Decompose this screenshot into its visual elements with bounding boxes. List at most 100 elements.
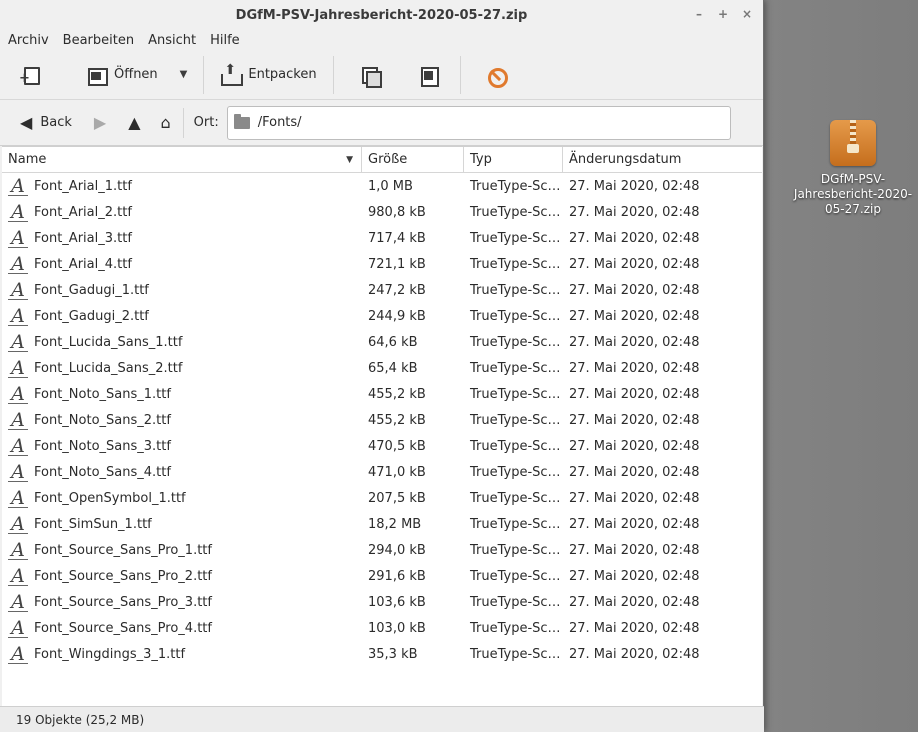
- extract-button-label: Entpacken: [248, 67, 317, 82]
- menu-archiv[interactable]: Archiv: [8, 33, 49, 48]
- status-text: 19 Objekte (25,2 MB): [16, 712, 145, 727]
- font-file-icon: A: [8, 541, 28, 560]
- table-row[interactable]: A Font_Gadugi_2.ttf 244,9 kB TrueType-Sc… 27…: [2, 303, 762, 329]
- file-date: 27. Mai 2020, 02:48: [569, 568, 700, 584]
- forward-button[interactable]: ▶: [86, 108, 114, 138]
- window-controls: – + ×: [693, 7, 753, 21]
- file-type: TrueType-Sc…: [470, 620, 561, 636]
- file-name: Font_Arial_3.ttf: [34, 230, 132, 246]
- file-name: Font_Noto_Sans_4.ttf: [34, 464, 171, 480]
- menu-ansicht[interactable]: Ansicht: [148, 33, 196, 48]
- maximize-icon[interactable]: +: [717, 7, 729, 21]
- file-size: 244,9 kB: [368, 308, 426, 324]
- table-row[interactable]: A Font_Lucida_Sans_2.ttf 65,4 kB TrueType-S…: [2, 355, 762, 381]
- file-name-cell: A Font_Noto_Sans_4.ttf: [2, 463, 362, 482]
- table-row[interactable]: A Font_Noto_Sans_3.ttf 470,5 kB TrueType-Sc…: [2, 433, 762, 459]
- extract-button[interactable]: Entpacken: [212, 57, 324, 93]
- table-row[interactable]: A Font_Noto_Sans_4.ttf 471,0 kB TrueType-Sc…: [2, 459, 762, 485]
- menu-hilfe[interactable]: Hilfe: [210, 33, 240, 48]
- add-files-icon: [360, 65, 382, 88]
- menubar: Archiv Bearbeiten Ansicht Hilfe: [0, 30, 763, 50]
- font-file-icon: A: [8, 333, 28, 352]
- font-file-icon: A: [8, 281, 28, 300]
- file-date: 27. Mai 2020, 02:48: [569, 178, 700, 194]
- menu-bearbeiten[interactable]: Bearbeiten: [63, 33, 134, 48]
- file-date: 27. Mai 2020, 02:48: [569, 308, 700, 324]
- status-bar: 19 Objekte (25,2 MB): [0, 706, 764, 732]
- table-row[interactable]: A Font_OpenSymbol_1.ttf 207,5 kB TrueType-S…: [2, 485, 762, 511]
- table-row[interactable]: A Font_Lucida_Sans_1.ttf 64,6 kB TrueType-S…: [2, 329, 762, 355]
- file-date: 27. Mai 2020, 02:48: [569, 360, 700, 376]
- font-file-icon: A: [8, 489, 28, 508]
- file-name: Font_OpenSymbol_1.ttf: [34, 490, 186, 506]
- file-name-cell: A Font_Gadugi_1.ttf: [2, 281, 362, 300]
- file-name-cell: A Font_Noto_Sans_2.ttf: [2, 411, 362, 430]
- file-date: 27. Mai 2020, 02:48: [569, 620, 700, 636]
- file-size: 291,6 kB: [368, 568, 426, 584]
- font-file-icon: A: [8, 385, 28, 404]
- open-button[interactable]: Öffnen ▼: [78, 57, 195, 93]
- column-header-size-label: Größe: [368, 152, 408, 167]
- file-list[interactable]: Name ▼ Größe Typ Änderungsdatum A Font_Ar…: [2, 146, 762, 706]
- minimize-icon[interactable]: –: [693, 7, 705, 21]
- window-titlebar[interactable]: DGfM-PSV-Jahresbericht-2020-05-27.zip – …: [0, 0, 763, 30]
- home-button[interactable]: ⌂: [153, 108, 179, 138]
- column-header-name[interactable]: Name ▼: [2, 147, 362, 172]
- file-size: 103,6 kB: [368, 594, 426, 610]
- location-path: /Fonts/: [257, 115, 302, 130]
- file-list-header: Name ▼ Größe Typ Änderungsdatum: [2, 147, 762, 173]
- table-row[interactable]: A Font_Source_Sans_Pro_3.ttf 103,6 kB TrueT…: [2, 589, 762, 615]
- extract-icon: [220, 62, 244, 86]
- table-row[interactable]: A Font_Source_Sans_Pro_1.ttf 294,0 kB TrueT…: [2, 537, 762, 563]
- add-folder-button[interactable]: [410, 57, 446, 93]
- toolbar-separator: [203, 55, 205, 94]
- desktop-zip-file[interactable]: DGfM-PSV-Jahresbericht-2020-05-27.zip: [788, 120, 918, 217]
- table-row[interactable]: A Font_Arial_3.ttf 717,4 kB TrueType-Sc… 27.…: [2, 225, 762, 251]
- font-file-icon: A: [8, 437, 28, 456]
- font-file-icon: A: [8, 515, 28, 534]
- file-name-cell: A Font_Source_Sans_Pro_4.ttf: [2, 619, 362, 638]
- table-row[interactable]: A Font_Arial_2.ttf 980,8 kB TrueType-Sc… 27.…: [2, 199, 762, 225]
- archive-manager-window: DGfM-PSV-Jahresbericht-2020-05-27.zip – …: [0, 0, 764, 732]
- table-row[interactable]: A Font_Noto_Sans_2.ttf 455,2 kB TrueType-Sc…: [2, 407, 762, 433]
- file-size: 207,5 kB: [368, 490, 426, 506]
- chevron-down-icon[interactable]: ▼: [180, 69, 188, 80]
- file-type: TrueType-Sc…: [470, 230, 561, 246]
- file-type: TrueType-Sc…: [470, 360, 561, 376]
- file-type: TrueType-Sc…: [470, 542, 561, 558]
- column-header-type[interactable]: Typ: [464, 147, 563, 172]
- file-date: 27. Mai 2020, 02:48: [569, 464, 700, 480]
- file-date: 27. Mai 2020, 02:48: [569, 646, 700, 662]
- table-row[interactable]: A Font_Arial_1.ttf 1,0 MB TrueType-Sc… 27. M…: [2, 173, 762, 199]
- table-row[interactable]: A Font_Noto_Sans_1.ttf 455,2 kB TrueType-Sc…: [2, 381, 762, 407]
- arrow-right-icon: ▶: [93, 113, 107, 132]
- file-type: TrueType-Sc…: [470, 412, 561, 428]
- file-name-cell: A Font_Lucida_Sans_2.ttf: [2, 359, 362, 378]
- file-date: 27. Mai 2020, 02:48: [569, 542, 700, 558]
- location-input[interactable]: /Fonts/: [226, 105, 731, 140]
- toolbar-separator: [459, 55, 461, 94]
- file-name-cell: A Font_Arial_3.ttf: [2, 229, 362, 248]
- up-button[interactable]: ▲: [120, 108, 148, 138]
- table-row[interactable]: A Font_Gadugi_1.ttf 247,2 kB TrueType-Sc… 27…: [2, 277, 762, 303]
- new-archive-button[interactable]: [12, 57, 48, 93]
- table-row[interactable]: A Font_SimSun_1.ttf 18,2 MB TrueType-Sc… 27.…: [2, 511, 762, 537]
- back-button[interactable]: ◀ Back: [12, 108, 80, 138]
- column-header-size[interactable]: Größe: [362, 147, 464, 172]
- column-header-date[interactable]: Änderungsdatum: [563, 147, 762, 172]
- file-name-cell: A Font_Source_Sans_Pro_1.ttf: [2, 541, 362, 560]
- home-icon: ⌂: [160, 113, 171, 132]
- add-files-button[interactable]: [352, 57, 388, 93]
- font-file-icon: A: [8, 593, 28, 612]
- file-size: 980,8 kB: [368, 204, 426, 220]
- table-row[interactable]: A Font_Source_Sans_Pro_4.ttf 103,0 kB TrueT…: [2, 615, 762, 641]
- close-icon[interactable]: ×: [741, 7, 753, 21]
- stop-button[interactable]: [477, 57, 513, 93]
- column-header-date-label: Änderungsdatum: [569, 152, 682, 167]
- table-row[interactable]: A Font_Arial_4.ttf 721,1 kB TrueType-Sc… 27.…: [2, 251, 762, 277]
- table-row[interactable]: A Font_Wingdings_3_1.ttf 35,3 kB TrueType-S…: [2, 641, 762, 667]
- table-row[interactable]: A Font_Source_Sans_Pro_2.ttf 291,6 kB TrueT…: [2, 563, 762, 589]
- stop-icon: [485, 65, 508, 88]
- file-name: Font_Noto_Sans_3.ttf: [34, 438, 171, 454]
- font-file-icon: A: [8, 229, 28, 248]
